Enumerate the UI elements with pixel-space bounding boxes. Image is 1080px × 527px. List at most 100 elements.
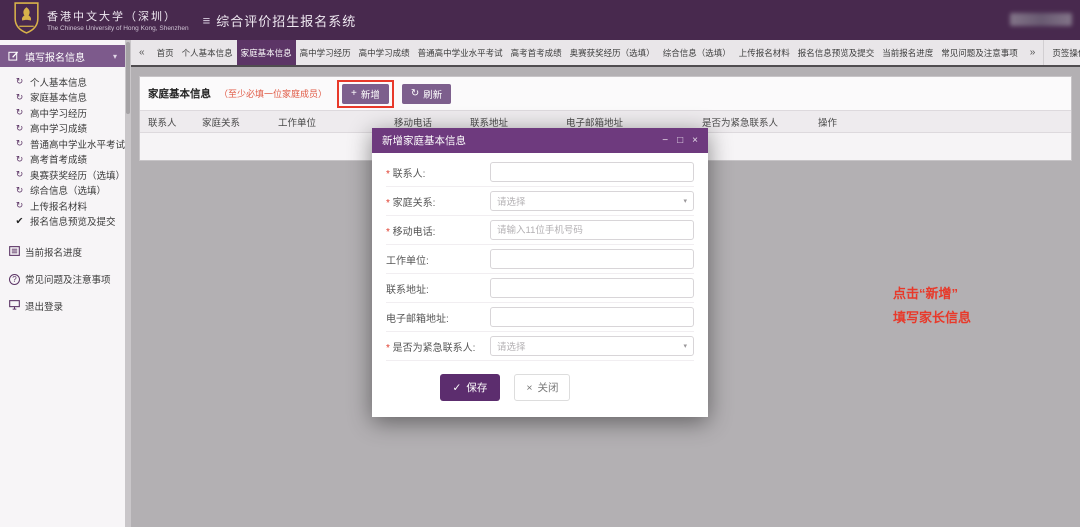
sidebar-item-label: 高中学习经历 [30,106,87,120]
sidebar-item-faq[interactable]: ? 常见问题及注意事项 [0,272,125,286]
minimize-icon[interactable]: − [662,135,668,146]
add-button-label: 新增 [361,87,380,101]
tab-home[interactable]: 首页 [153,40,178,65]
mobile-phone-input[interactable] [490,220,694,240]
sidebar-item-hs-scores[interactable]: ↻ 高中学习成绩 [0,121,125,137]
system-title: ≡ 综合评价招生报名系统 [203,11,357,30]
email-input[interactable] [490,307,694,327]
status-pending-icon: ↻ [14,92,25,103]
emergency-contact-select[interactable]: 请选择 ▾ [490,336,694,356]
scroll-tabs-right-icon[interactable]: » [1022,40,1044,65]
employer-input[interactable] [490,249,694,269]
tab-gaokao-first-score[interactable]: 高考首考成绩 [507,40,566,65]
add-button[interactable]: + 新增 [342,84,389,104]
sidebar-item-label: 报名信息预览及提交 [30,214,116,228]
sidebar-item-olympiad-awards[interactable]: ↻ 奥赛获奖经历（选填） [0,167,125,183]
sidebar-item-current-progress[interactable]: 当前报名进度 [0,245,125,259]
tab-family-info[interactable]: 家庭基本信息 [237,40,296,65]
sidebar-item-label: 家庭基本信息 [30,90,87,104]
university-name-zh: 香港中文大学（深圳） [47,8,189,24]
dialog-header[interactable]: 新增家庭基本信息 − □ × [372,128,708,153]
sidebar-item-label: 奥赛获奖经历（选填） [30,168,125,182]
tab-upload-materials[interactable]: 上传报名材料 [735,40,794,65]
tab-current-progress[interactable]: 当前报名进度 [878,40,937,65]
family-relation-select[interactable]: 请选择 ▾ [490,191,694,211]
maximize-icon[interactable]: □ [677,135,683,146]
sidebar-item-label: 高考首考成绩 [30,152,87,166]
tutorial-annotation: 点击“新增” 填写家长信息 [893,282,971,330]
col-contact: 联系人 [148,115,198,129]
sidebar-group-fill-info[interactable]: 填写报名信息 ▾ [0,45,125,67]
chevron-down-icon: ▾ [113,52,117,61]
chevron-down-icon: ▾ [683,342,687,350]
contact-name-input[interactable] [490,162,694,182]
col-address: 联系地址 [470,115,562,129]
sidebar-item-label: 普通高中学业水平考试 [30,137,125,151]
field-label: 联系地址: [386,281,490,296]
tab-comprehensive-info[interactable]: 综合信息（选填） [659,40,735,65]
hamburger-menu-icon[interactable]: ≡ [203,13,212,28]
col-mobile: 移动电话 [394,115,466,129]
close-dialog-button[interactable]: × 关闭 [514,374,570,401]
tab-hs-scores[interactable]: 高中学习成绩 [355,40,414,65]
tab-operations-label: 页签操作 [1052,47,1080,59]
sidebar-item-upload-materials[interactable]: ↻ 上传报名材料 [0,198,125,214]
edit-icon [8,50,19,63]
sidebar-item-comprehensive-info[interactable]: ↻ 综合信息（选填） [0,183,125,199]
sidebar-item-label: 高中学习成绩 [30,121,87,135]
contact-address-input[interactable] [490,278,694,298]
sidebar: 填写报名信息 ▾ ↻ 个人基本信息 ↻ 家庭基本信息 ↻ 高中学习经历 ↻ [0,40,125,527]
sidebar-item-logout[interactable]: 退出登录 [0,299,125,313]
tab-operations-dropdown[interactable]: 页签操作 ▾ [1043,40,1080,65]
close-icon[interactable]: × [692,135,698,146]
status-pending-icon: ↻ [14,154,25,165]
form-row-relation: 家庭关系: 请选择 ▾ [386,187,694,216]
user-info-redacted[interactable] [1010,13,1072,26]
scrollbar-thumb[interactable] [126,42,130,114]
col-email: 电子邮箱地址 [566,115,698,129]
panel-toolbar: 家庭基本信息 （至少必填一位家庭成员） + 新增 ↻ 刷新 [140,77,1071,110]
form-row-emergency: 是否为紧急联系人: 请选择 ▾ [386,332,694,361]
tab-personal-info[interactable]: 个人基本信息 [178,40,237,65]
field-label: 联系人: [386,165,490,180]
refresh-button[interactable]: ↻ 刷新 [402,84,451,104]
close-icon: × [526,382,532,394]
status-pending-icon: ↻ [14,169,25,180]
status-pending-icon: ↻ [14,107,25,118]
tab-preview-submit[interactable]: 报名信息预览及提交 [794,40,879,65]
sidebar-item-list: ↻ 个人基本信息 ↻ 家庭基本信息 ↻ 高中学习经历 ↻ 高中学习成绩 ↻ [0,74,125,229]
field-label: 是否为紧急联系人: [386,339,490,354]
university-name: 香港中文大学（深圳） The Chinese University of Hon… [47,8,189,32]
tab-academic-level-exam[interactable]: 普通高中学业水平考试 [414,40,507,65]
annotation-line-2: 填写家长信息 [893,306,971,330]
plus-icon: + [351,88,357,99]
form-row-email: 电子邮箱地址: [386,303,694,332]
scroll-tabs-left-icon[interactable]: « [131,40,153,65]
university-crest-logo [13,1,40,39]
status-pending-icon: ↻ [14,200,25,211]
tab-faq[interactable]: 常见问题及注意事项 [937,40,1022,65]
tab-olympiad-awards[interactable]: 奥赛获奖经历（选填） [566,40,659,65]
sidebar-item-academic-level-exam[interactable]: ↻ 普通高中学业水平考试 [0,136,125,152]
sidebar-item-preview-submit[interactable]: ✔ 报名信息预览及提交 [0,214,125,230]
sidebar-item-hs-experience[interactable]: ↻ 高中学习经历 [0,105,125,121]
save-button[interactable]: ✓ 保存 [440,374,501,401]
status-pending-icon: ↻ [14,123,25,134]
sidebar-item-family-info[interactable]: ↻ 家庭基本信息 [0,90,125,106]
tab-hs-experience[interactable]: 高中学习经历 [296,40,355,65]
col-actions: 操作 [818,115,870,129]
sidebar-item-personal-info[interactable]: ↻ 个人基本信息 [0,74,125,90]
university-name-en: The Chinese University of Hong Kong, She… [47,25,189,32]
status-pending-icon: ↻ [14,76,25,87]
logout-icon [9,300,20,312]
sidebar-item-label: 上传报名材料 [30,199,87,213]
sidebar-item-gaokao-first-score[interactable]: ↻ 高考首考成绩 [0,152,125,168]
field-label: 电子邮箱地址: [386,310,490,325]
form-row-contact: 联系人: [386,158,694,187]
annotation-highlight-box: + 新增 [337,80,394,108]
col-relation: 家庭关系 [202,115,274,129]
sidebar-item-label: 当前报名进度 [25,245,82,259]
system-title-text: 综合评价招生报名系统 [216,11,356,30]
tab-bar: « 首页 个人基本信息 家庭基本信息 高中学习经历 高中学习成绩 普通高中学业水… [131,40,1080,67]
field-label: 家庭关系: [386,194,490,209]
